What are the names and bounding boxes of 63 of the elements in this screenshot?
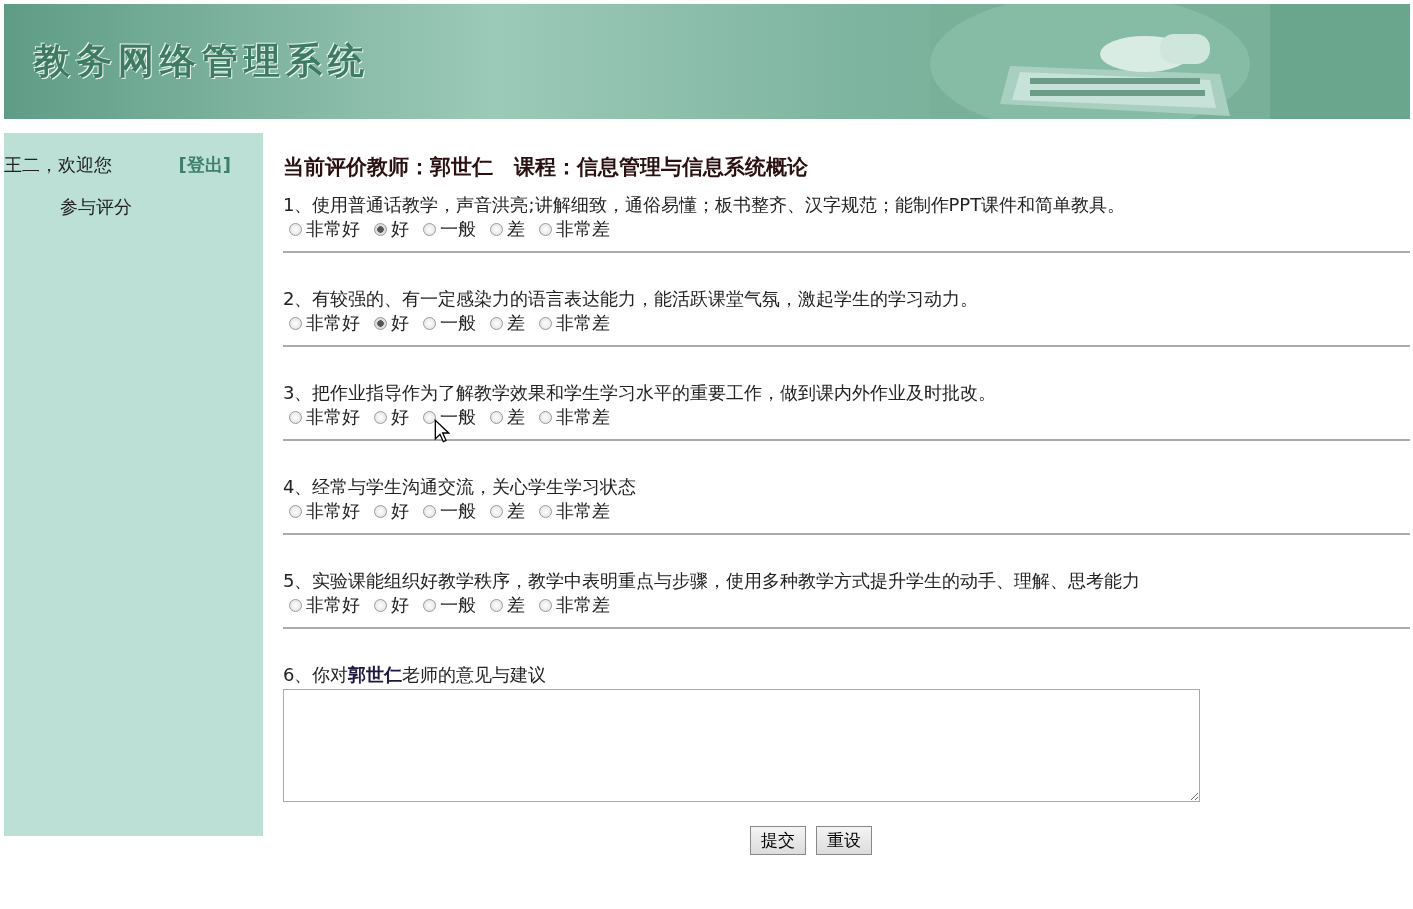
option-label: 差	[507, 311, 525, 335]
option-label: 好	[391, 405, 409, 429]
option-label: 一般	[440, 499, 476, 523]
question-text: 1、使用普通话教学，声音洪亮;讲解细致，通俗易懂；板书整齐、汉字规范；能制作PPT课件和简单教具。	[283, 193, 1127, 217]
option-label: 非常好	[306, 217, 360, 241]
option-label: 非常差	[556, 499, 610, 523]
radio-button[interactable]	[539, 598, 552, 612]
radio-button[interactable]	[539, 316, 552, 330]
radio-button[interactable]	[423, 410, 436, 424]
option-label: 非常差	[556, 217, 610, 241]
comment-label: 6、你对郭世仁老师的意见与建议	[283, 663, 548, 687]
question-text: 5、实验课能组织好教学秩序，教学中表明重点与步骤，使用多种教学方式提升学生的动手、理解、思考能力	[283, 569, 1142, 593]
radio-button[interactable]	[423, 504, 436, 518]
radio-button[interactable]	[539, 222, 552, 236]
welcome-text: 王二，欢迎您	[4, 153, 112, 177]
option-label: 差	[507, 593, 525, 617]
radio-button[interactable]	[289, 316, 302, 330]
evaluation-title: 当前评价教师：郭世仁 课程：信息管理与信息系统概论	[283, 154, 809, 181]
question-text: 3、把作业指导作为了解教学效果和学生学习水平的重要工作，做到课内外作业及时批改。	[283, 381, 998, 405]
comment-field[interactable]	[283, 689, 1200, 802]
radio-button[interactable]	[490, 598, 503, 612]
radio-button[interactable]	[539, 410, 552, 424]
radio-button[interactable]	[289, 410, 302, 424]
radio-button[interactable]	[423, 598, 436, 612]
option-label: 非常好	[306, 499, 360, 523]
radio-button[interactable]	[374, 598, 387, 612]
option-label: 非常好	[306, 405, 360, 429]
question-text: 2、有较强的、有一定感染力的语言表达能力，能活跃课堂气氛，激起学生的学习动力。	[283, 287, 980, 311]
radio-button[interactable]	[423, 316, 436, 330]
option-label: 一般	[440, 311, 476, 335]
option-label: 一般	[440, 405, 476, 429]
option-label: 非常差	[556, 593, 610, 617]
radio-button[interactable]	[423, 222, 436, 236]
option-label: 好	[391, 311, 409, 335]
radio-button[interactable]	[374, 316, 387, 330]
option-label: 差	[507, 217, 525, 241]
option-label: 好	[391, 217, 409, 241]
sidebar-link[interactable]: 参与评分	[60, 195, 263, 219]
option-label: 非常差	[556, 405, 610, 429]
radio-button[interactable]	[539, 504, 552, 518]
radio-button[interactable]	[289, 222, 302, 236]
option-label: 好	[391, 593, 409, 617]
radio-button[interactable]	[490, 316, 503, 330]
radio-button[interactable]	[374, 222, 387, 236]
radio-button[interactable]	[490, 504, 503, 518]
submit-button[interactable]: 提交	[750, 826, 806, 855]
option-label: 差	[507, 499, 525, 523]
system-title: 教务网络管理系统	[34, 39, 370, 83]
question-text: 4、经常与学生沟通交流，关心学生学习状态	[283, 475, 638, 499]
radio-button[interactable]	[289, 598, 302, 612]
option-label: 好	[391, 499, 409, 523]
radio-button[interactable]	[490, 410, 503, 424]
option-label: 一般	[440, 593, 476, 617]
radio-button[interactable]	[289, 504, 302, 518]
option-label: 差	[507, 405, 525, 429]
radio-button[interactable]	[374, 410, 387, 424]
reset-button[interactable]: 重设	[816, 826, 872, 855]
option-label: 一般	[440, 217, 476, 241]
option-label: 非常好	[306, 311, 360, 335]
radio-button[interactable]	[374, 504, 387, 518]
option-label: 非常差	[556, 311, 610, 335]
option-label: 非常好	[306, 593, 360, 617]
radio-button[interactable]	[490, 222, 503, 236]
